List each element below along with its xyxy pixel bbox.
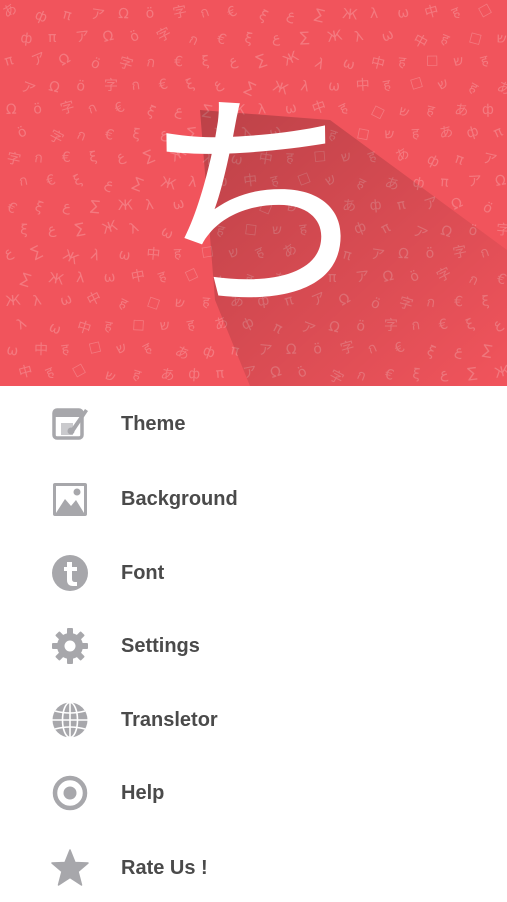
- pattern-glyph: Ω: [118, 6, 130, 22]
- pattern-glyph: π: [440, 174, 450, 191]
- pattern-glyph: ☐: [426, 54, 439, 70]
- menu-label-help: Help: [121, 782, 165, 804]
- pattern-glyph: ф: [20, 30, 34, 47]
- menu-label-font: Font: [121, 562, 165, 584]
- menu-item-theme[interactable]: Theme: [0, 388, 507, 458]
- app-logo-glyph: ち: [140, 69, 376, 344]
- pattern-glyph: ф: [482, 102, 494, 118]
- pattern-glyph: ω: [103, 269, 116, 286]
- pattern-glyph: ö: [145, 5, 155, 22]
- pattern-glyph: ξ: [201, 53, 210, 70]
- pattern-glyph: ก: [34, 150, 44, 167]
- pattern-glyph: ∑: [299, 29, 310, 46]
- pattern-glyph: 字: [104, 78, 118, 94]
- help-target-icon: [51, 774, 89, 812]
- header-banner: あ ф π ア Ωö 字ก € ξ ع ∑ Жλ ω 中 ह ☐ ф π ア Ωö 字ก € ξ ع ∑ Жλ ω 中 ह ☐ ש π ア Ωö…: [0, 0, 507, 386]
- pattern-glyph: 字: [496, 222, 507, 239]
- menu-label-background: Background: [121, 488, 238, 510]
- pattern-glyph: Ж: [326, 28, 344, 46]
- pattern-glyph: Ж: [118, 197, 134, 214]
- menu-item-background[interactable]: Background: [0, 463, 507, 533]
- pattern-glyph: λ: [370, 6, 379, 22]
- pattern-glyph: π: [215, 365, 225, 382]
- pattern-glyph: ω: [5, 342, 19, 359]
- pattern-glyph: ア: [89, 6, 105, 24]
- image-icon: [51, 480, 89, 518]
- pattern-glyph: Ж: [342, 6, 359, 23]
- pattern-glyph: λ: [76, 270, 85, 286]
- menu-label-settings: Settings: [121, 635, 200, 657]
- pattern-glyph: π: [48, 30, 57, 46]
- pattern-glyph: あ: [454, 102, 470, 119]
- menu-label-theme: Theme: [121, 413, 186, 435]
- pattern-glyph: Ж: [5, 292, 22, 309]
- globe-icon: [51, 701, 89, 739]
- pattern-glyph: ア: [75, 28, 91, 46]
- pattern-glyph: ש: [495, 30, 507, 47]
- pattern-glyph: あ: [438, 124, 455, 142]
- theme-palette-icon: [51, 405, 89, 443]
- font-t-icon: [51, 554, 89, 592]
- pattern-glyph: €: [62, 150, 71, 166]
- menu-label-translator: Transletor: [121, 709, 218, 731]
- pattern-glyph: Ω: [6, 102, 18, 118]
- pattern-glyph: ह: [411, 126, 420, 142]
- menu-item-rate-us[interactable]: Rate Us !: [0, 832, 507, 902]
- menu-item-help[interactable]: Help: [0, 757, 507, 827]
- pattern-glyph: ア: [467, 173, 482, 190]
- navigation-menu: Theme Background Font Settings Transleto…: [0, 386, 507, 900]
- pattern-glyph: ש: [384, 126, 395, 143]
- pattern-glyph: Ж: [47, 270, 65, 288]
- menu-label-rate-us: Rate Us !: [121, 857, 208, 879]
- menu-item-settings[interactable]: Settings: [0, 610, 507, 680]
- menu-item-font[interactable]: Font: [0, 537, 507, 607]
- menu-item-translator[interactable]: Transletor: [0, 684, 507, 754]
- pattern-glyph: 中: [34, 342, 48, 358]
- pattern-glyph: ω: [396, 4, 410, 21]
- pattern-glyph: ф: [188, 366, 201, 383]
- header-artwork: あ ф π ア Ωö 字ก € ξ ع ∑ Жλ ω 中 ह ☐ф π ア Ωö 字ก € ξ ع ∑ Жλ ω 中 ह ☐ שπ ア Ωö…: [0, 0, 507, 386]
- gear-icon: [51, 627, 89, 665]
- pattern-glyph: あ: [159, 366, 176, 384]
- pattern-glyph: ξ: [20, 222, 29, 238]
- star-icon: [51, 849, 89, 887]
- pattern-glyph: €: [174, 54, 183, 70]
